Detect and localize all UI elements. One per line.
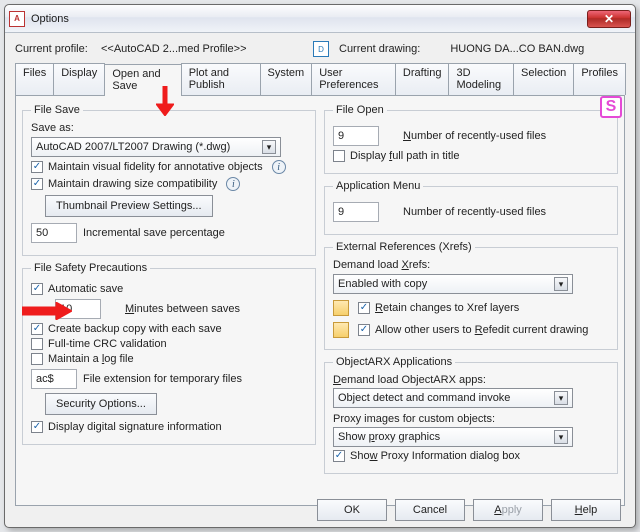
proxy-images-combo[interactable]: Show proxy graphics ▾ bbox=[333, 427, 573, 447]
app-menu-legend: Application Menu bbox=[333, 180, 423, 192]
drawing-size-label: Maintain drawing size compatibility bbox=[48, 178, 217, 190]
file-save-legend: File Save bbox=[31, 104, 83, 116]
tab-page: S File Save Save as: AutoCAD 2007/LT2007… bbox=[15, 96, 625, 506]
info-icon[interactable]: i bbox=[226, 177, 240, 191]
full-path-checkbox[interactable] bbox=[333, 150, 345, 162]
chevron-down-icon: ▾ bbox=[554, 277, 568, 291]
logfile-checkbox[interactable] bbox=[31, 353, 43, 365]
xref-icon bbox=[333, 300, 349, 316]
security-options-button[interactable]: Security Options... bbox=[45, 393, 157, 415]
drawing-size-checkbox[interactable] bbox=[31, 178, 43, 190]
proxy-images-label: Proxy images for custom objects: bbox=[333, 413, 609, 425]
tab-3d-modeling[interactable]: 3D Modeling bbox=[448, 63, 514, 95]
app-icon: A bbox=[9, 11, 25, 27]
file-save-group: File Save Save as: AutoCAD 2007/LT2007 D… bbox=[22, 104, 316, 256]
window-title: Options bbox=[31, 13, 69, 25]
thumbnail-settings-button[interactable]: Thumbnail Preview Settings... bbox=[45, 195, 213, 217]
arx-group: ObjectARX Applications Demand load Objec… bbox=[324, 356, 618, 474]
incremental-save-label: Incremental save percentage bbox=[83, 227, 225, 239]
app-menu-group: Application Menu Number of recently-used… bbox=[324, 180, 618, 235]
info-icon[interactable]: i bbox=[272, 160, 286, 174]
profile-row: Current profile: <<AutoCAD 2...med Profi… bbox=[15, 41, 625, 57]
chevron-down-icon: ▾ bbox=[554, 430, 568, 444]
demand-arx-combo[interactable]: Object detect and command invoke ▾ bbox=[333, 388, 573, 408]
appmenu-recent-label: Number of recently-used files bbox=[403, 206, 546, 218]
options-dialog: A Options ✕ Current profile: <<AutoCAD 2… bbox=[4, 4, 636, 528]
logfile-label: Maintain a log file bbox=[48, 353, 134, 365]
dwg-icon: D bbox=[313, 41, 329, 57]
demand-xrefs-label: Demand load Xrefs: bbox=[333, 259, 609, 271]
xref-icon bbox=[333, 322, 349, 338]
crc-label: Full-time CRC validation bbox=[48, 338, 167, 350]
allow-refedit-label: Allow other users to Refedit current dra… bbox=[375, 324, 588, 336]
tab-selection[interactable]: Selection bbox=[513, 63, 574, 95]
file-safety-group: File Safety Precautions Automatic save M… bbox=[22, 262, 316, 445]
close-button[interactable]: ✕ bbox=[587, 10, 631, 28]
autosave-checkbox[interactable] bbox=[31, 283, 43, 295]
retain-xref-label: Retain changes to Xref layers bbox=[375, 302, 519, 314]
chevron-down-icon: ▾ bbox=[262, 140, 276, 154]
file-open-group: File Open Number of recently-used files … bbox=[324, 104, 618, 174]
current-drawing-label: Current drawing: bbox=[339, 43, 420, 55]
retain-xref-checkbox[interactable] bbox=[358, 302, 370, 314]
tab-system[interactable]: System bbox=[260, 63, 313, 95]
backup-label: Create backup copy with each save bbox=[48, 323, 222, 335]
digital-sig-checkbox[interactable] bbox=[31, 421, 43, 433]
tab-user-prefs[interactable]: User Preferences bbox=[311, 63, 396, 95]
demand-arx-label: Demand load ObjectARX apps: bbox=[333, 374, 609, 386]
show-proxy-checkbox[interactable] bbox=[333, 450, 345, 462]
allow-refedit-checkbox[interactable] bbox=[358, 324, 370, 336]
temp-ext-label: File extension for temporary files bbox=[83, 373, 242, 385]
tab-files[interactable]: Files bbox=[15, 63, 54, 95]
minutes-label: MMinutes between savesinutes between sav… bbox=[125, 303, 240, 315]
titlebar: A Options ✕ bbox=[5, 5, 635, 33]
temp-ext-input[interactable] bbox=[31, 369, 77, 389]
current-drawing-value: HUONG DA...CO BAN.dwg bbox=[450, 43, 584, 55]
recent-files-label: Number of recently-used files bbox=[403, 130, 546, 142]
cancel-button[interactable]: Cancel bbox=[395, 499, 465, 521]
full-path-label: Display full path in title bbox=[350, 150, 459, 162]
file-safety-legend: File Safety Precautions bbox=[31, 262, 150, 274]
tab-plot-publish[interactable]: Plot and Publish bbox=[181, 63, 261, 95]
save-as-value: AutoCAD 2007/LT2007 Drawing (*.dwg) bbox=[36, 141, 230, 153]
tab-profiles[interactable]: Profiles bbox=[573, 63, 626, 95]
save-as-label: Save as: bbox=[31, 122, 307, 134]
help-button[interactable]: Help bbox=[551, 499, 621, 521]
recent-files-input[interactable] bbox=[333, 126, 379, 146]
crc-checkbox[interactable] bbox=[31, 338, 43, 350]
annotation-arrow-down-icon bbox=[156, 86, 174, 116]
appmenu-recent-input[interactable] bbox=[333, 202, 379, 222]
arx-legend: ObjectARX Applications bbox=[333, 356, 455, 368]
show-proxy-label: Show Proxy Information dialog box bbox=[350, 450, 520, 462]
ok-button[interactable]: OK bbox=[317, 499, 387, 521]
save-as-combo[interactable]: AutoCAD 2007/LT2007 Drawing (*.dwg) ▾ bbox=[31, 137, 281, 157]
dialog-footer: OK Cancel Apply Help bbox=[9, 499, 631, 521]
chevron-down-icon: ▾ bbox=[554, 391, 568, 405]
tab-bar: Files Display Open and Save Plot and Pub… bbox=[15, 63, 625, 96]
current-profile-label: Current profile: bbox=[15, 43, 95, 55]
visual-fidelity-label: Maintain visual fidelity for annotative … bbox=[48, 161, 263, 173]
apply-button[interactable]: Apply bbox=[473, 499, 543, 521]
tab-drafting[interactable]: Drafting bbox=[395, 63, 450, 95]
file-open-legend: File Open bbox=[333, 104, 387, 116]
current-profile-value: <<AutoCAD 2...med Profile>> bbox=[101, 43, 281, 55]
backup-checkbox[interactable] bbox=[31, 323, 43, 335]
digital-sig-label: Display digital signature information bbox=[48, 421, 222, 433]
watermark-s-icon: S bbox=[600, 96, 622, 118]
incremental-save-input[interactable] bbox=[31, 223, 77, 243]
tab-display[interactable]: Display bbox=[53, 63, 105, 95]
visual-fidelity-checkbox[interactable] bbox=[31, 161, 43, 173]
xrefs-legend: External References (Xrefs) bbox=[333, 241, 475, 253]
xrefs-group: External References (Xrefs) Demand load … bbox=[324, 241, 618, 350]
autosave-label: Automatic save bbox=[48, 283, 123, 295]
annotation-arrow-right-icon bbox=[22, 302, 72, 320]
demand-xrefs-combo[interactable]: Enabled with copy ▾ bbox=[333, 274, 573, 294]
